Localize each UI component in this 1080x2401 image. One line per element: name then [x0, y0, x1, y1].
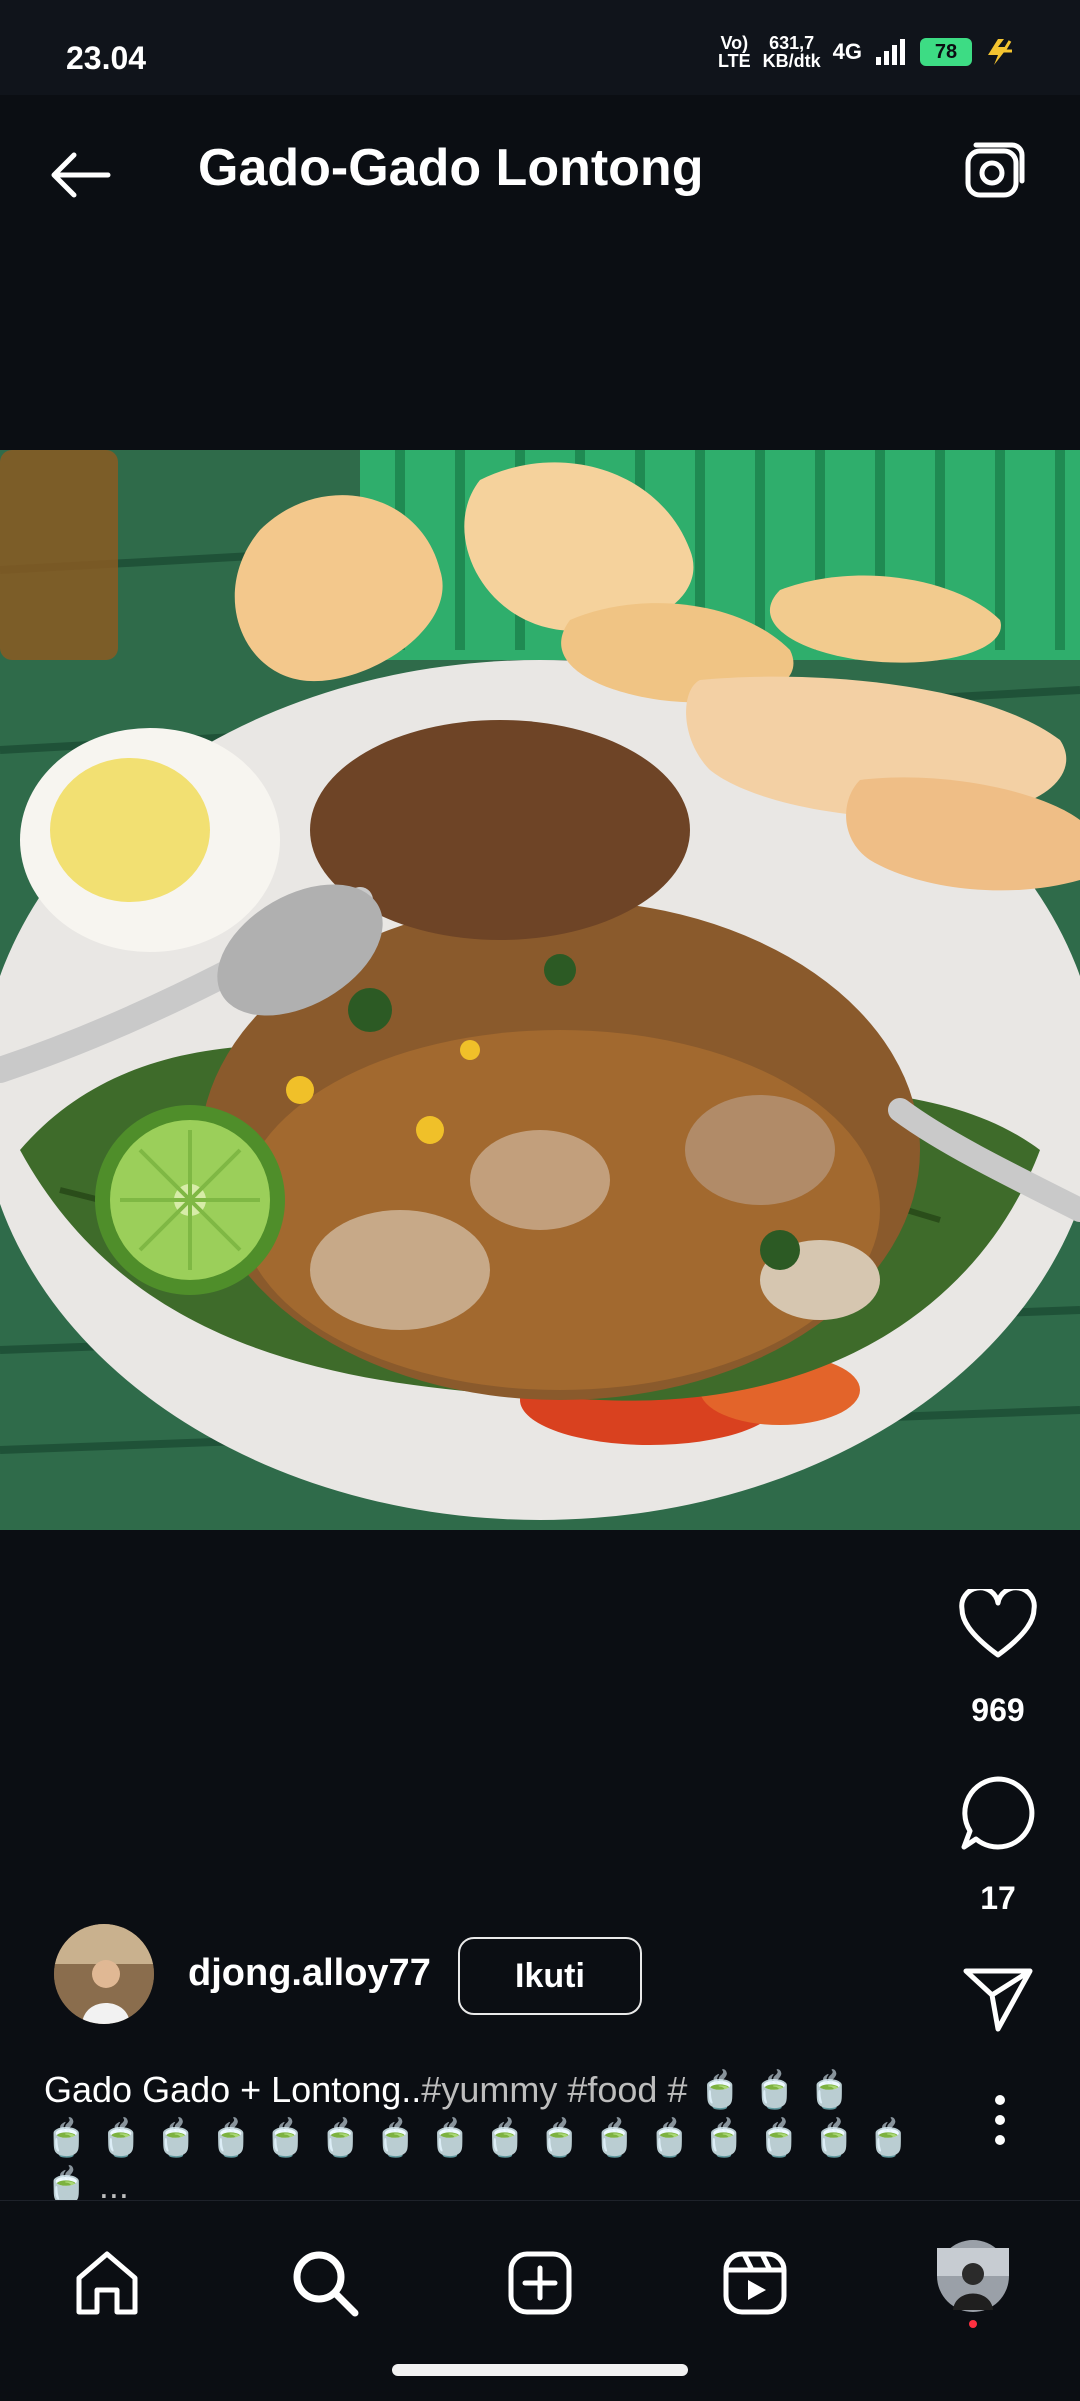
search-icon [293, 2251, 359, 2317]
home-icon [76, 2251, 138, 2315]
user-avatar[interactable] [54, 1924, 154, 2024]
notification-dot [969, 2320, 977, 2328]
heart-icon [959, 1589, 1037, 1658]
more-vertical-icon [995, 2095, 1005, 2145]
caption-hashtags[interactable]: #yummy #food # [421, 2069, 687, 2110]
comment-button[interactable] [948, 1768, 1048, 1858]
nav-home[interactable] [52, 2233, 162, 2333]
comment-count: 17 [980, 1880, 1016, 1916]
arrow-left-icon [51, 152, 111, 198]
battery-indicator: 78 [920, 38, 972, 66]
like-button[interactable] [948, 1580, 1048, 1670]
add-square-icon [508, 2251, 572, 2315]
post-caption[interactable]: Gado Gado + Lontong..#yummy #food # 🍵 🍵 … [44, 2066, 924, 2210]
nav-reels[interactable] [700, 2233, 810, 2333]
status-time: 23.04 [66, 40, 147, 76]
profile-avatar-icon [937, 2240, 1009, 2328]
page-title: Gado-Gado Lontong [198, 139, 704, 197]
send-icon [963, 1968, 1033, 2032]
back-button[interactable] [40, 140, 120, 210]
volte-indicator: Vo) LTE [717, 33, 751, 71]
camera-icon [965, 142, 1025, 198]
caption-text: Gado Gado + Lontong.. [44, 2069, 422, 2110]
network-type: 4G [832, 39, 862, 64]
post-image[interactable] [0, 450, 1080, 1530]
nav-create[interactable] [485, 2233, 595, 2333]
username[interactable]: djong.alloy77 [188, 1952, 431, 1995]
like-count: 969 [971, 1692, 1025, 1728]
status-icons: Vo) LTE 631,7 KB/dtk 4G 78 [718, 34, 1020, 70]
comment-bubble-icon [961, 1776, 1035, 1850]
camera-button[interactable] [954, 138, 1034, 208]
network-speed: 631,7 KB/dtk [762, 33, 821, 71]
home-indicator[interactable] [392, 2364, 688, 2376]
reels-icon [723, 2251, 787, 2315]
signal-icon [876, 39, 905, 65]
follow-button[interactable]: Ikuti [458, 1937, 642, 2015]
more-options-button[interactable] [960, 2080, 1040, 2160]
nav-search[interactable] [270, 2233, 380, 2333]
nav-profile[interactable] [918, 2233, 1028, 2333]
charging-icon [988, 39, 1012, 65]
share-button[interactable] [948, 1955, 1048, 2045]
